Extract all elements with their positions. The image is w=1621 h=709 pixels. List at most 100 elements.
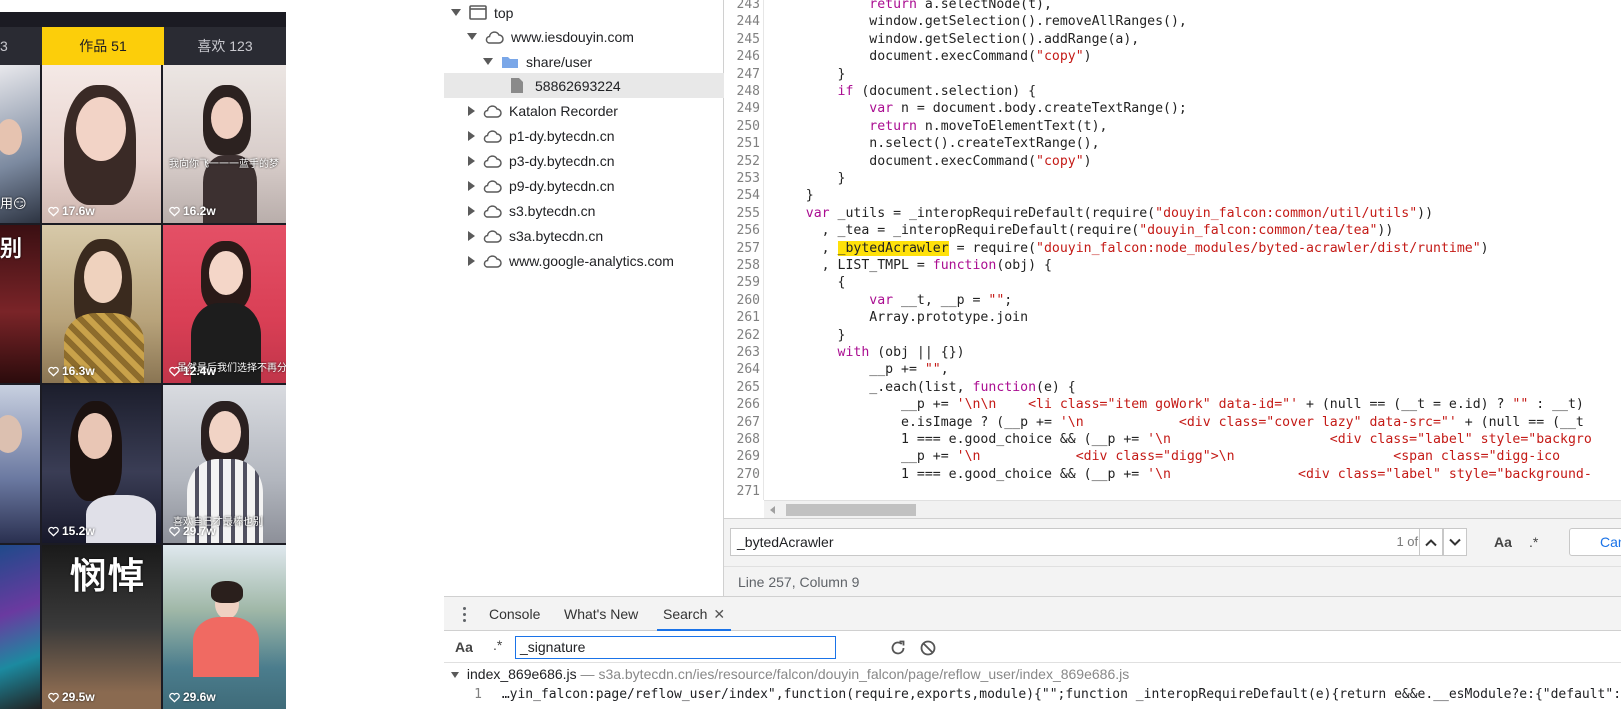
code-line[interactable]: 245 window.getSelection().addRange(a), bbox=[724, 31, 1621, 49]
code-line[interactable]: 268 1 === e.good_choice && (__p += '\n <… bbox=[724, 431, 1621, 449]
code-line[interactable]: 256 , _tea = _interopRequireDefault(requ… bbox=[724, 222, 1621, 240]
chevron-right-icon[interactable] bbox=[468, 255, 475, 266]
code-line[interactable]: 254 } bbox=[724, 187, 1621, 205]
code-line[interactable]: 247 } bbox=[724, 66, 1621, 84]
video-thumb[interactable]: 别 bbox=[0, 225, 40, 383]
line-source: n.select().createTextRange(), bbox=[774, 136, 1100, 152]
chevron-down-icon[interactable] bbox=[451, 9, 461, 16]
code-line[interactable]: 266 __p += '\n\n <li class="item goWork"… bbox=[724, 396, 1621, 414]
tree-item-share-user[interactable]: share/user bbox=[444, 49, 724, 74]
code-line[interactable]: 269 __p += '\n <div class="digg">\n <spa… bbox=[724, 448, 1621, 466]
tree-item-iesdouyin[interactable]: www.iesdouyin.com bbox=[444, 24, 724, 49]
tab-whats-new[interactable]: What's New bbox=[564, 597, 638, 631]
result-snippet: …yin_falcon:page/reflow_user/index",func… bbox=[501, 687, 1621, 702]
tree-item-p1[interactable]: p1-dy.bytecdn.cn bbox=[444, 123, 724, 148]
search-input[interactable]: _signature bbox=[515, 636, 836, 659]
tab-works[interactable]: 作品 51 bbox=[42, 27, 164, 65]
video-thumb[interactable]: 15.2w bbox=[42, 385, 161, 543]
code-line[interactable]: 246 document.execCommand("copy") bbox=[724, 48, 1621, 66]
tree-item-s3[interactable]: s3.bytecdn.cn bbox=[444, 198, 724, 223]
tree-item-top[interactable]: top bbox=[444, 0, 724, 25]
search-result-match[interactable]: 1 …yin_falcon:page/reflow_user/index",fu… bbox=[444, 685, 1621, 705]
tab-search[interactable]: Search ✕ bbox=[657, 597, 732, 631]
tab-likes[interactable]: 喜欢 123 bbox=[164, 27, 286, 65]
code-line[interactable]: 253 } bbox=[724, 170, 1621, 188]
line-number: 264 bbox=[736, 362, 760, 378]
scroll-left-icon[interactable] bbox=[770, 506, 775, 514]
chevron-down-icon[interactable] bbox=[467, 33, 477, 40]
line-source: } bbox=[774, 66, 846, 82]
code-line[interactable]: 259 { bbox=[724, 274, 1621, 292]
code-line[interactable]: 248 if (document.selection) { bbox=[724, 83, 1621, 101]
code-line[interactable]: 257 , _bytedAcrawler = require("douyin_f… bbox=[724, 240, 1621, 258]
regex-button[interactable]: .* bbox=[493, 637, 502, 653]
video-thumb[interactable]: 我向你飞一一一蓝手的梦 16.2w bbox=[163, 65, 286, 223]
search-result-file[interactable]: index_869e686.js — s3a.bytecdn.cn/ies/re… bbox=[444, 663, 1621, 685]
clear-icon[interactable] bbox=[920, 640, 936, 661]
like-count: 15.2w bbox=[48, 524, 95, 538]
chevron-down-icon[interactable] bbox=[483, 58, 493, 65]
chevron-right-icon[interactable] bbox=[468, 180, 475, 191]
code-line[interactable]: 271 bbox=[724, 483, 1621, 501]
more-tools-icon[interactable] bbox=[463, 607, 467, 625]
match-case-button[interactable]: Aa bbox=[1494, 534, 1512, 550]
code-line[interactable]: 249 var n = document.body.createTextRang… bbox=[724, 100, 1621, 118]
tree-item-label: p9-dy.bytecdn.cn bbox=[509, 177, 615, 194]
video-thumb[interactable]: 悯悼 29.5w bbox=[42, 545, 161, 709]
chevron-right-icon[interactable] bbox=[468, 130, 475, 141]
source-editor[interactable]: 243 return a.selectNode(t), 244 window.ge… bbox=[724, 0, 1621, 518]
video-thumb[interactable]: 虽然最后我们选择不再分开 12.4w bbox=[163, 225, 286, 383]
tree-item-document[interactable]: 58862693224 bbox=[444, 73, 724, 98]
code-line[interactable]: 261 Array.prototype.join bbox=[724, 309, 1621, 327]
code-line[interactable]: 251 n.select().createTextRange(), bbox=[724, 135, 1621, 153]
refresh-icon[interactable] bbox=[890, 640, 906, 661]
tree-item-google-analytics[interactable]: www.google-analytics.com bbox=[444, 248, 724, 273]
close-icon[interactable]: ✕ bbox=[713, 606, 725, 622]
line-source: __p += "", bbox=[774, 362, 949, 378]
video-thumb[interactable]: 16.3w bbox=[42, 225, 161, 383]
tree-item-katalon[interactable]: Katalon Recorder bbox=[444, 98, 724, 123]
tab-partial[interactable]: 3 bbox=[0, 27, 42, 65]
video-thumb[interactable]: 29.6w bbox=[163, 545, 286, 709]
code-line[interactable]: 255 var _utils = _interopRequireDefault(… bbox=[724, 205, 1621, 223]
code-line[interactable]: 258 , LIST_TMPL = function(obj) { bbox=[724, 257, 1621, 275]
tree-item-p3[interactable]: p3-dy.bytecdn.cn bbox=[444, 148, 724, 173]
line-number: 265 bbox=[736, 379, 760, 395]
code-line[interactable]: 243 return a.selectNode(t), bbox=[724, 0, 1621, 14]
chevron-right-icon[interactable] bbox=[468, 205, 475, 216]
code-line[interactable]: 265 _.each(list, function(e) { bbox=[724, 379, 1621, 397]
code-line[interactable]: 263 with (obj || {}) bbox=[724, 344, 1621, 362]
cancel-button[interactable]: Cancel bbox=[1569, 528, 1621, 556]
line-source: with (obj || {}) bbox=[837, 345, 965, 360]
video-thumb[interactable] bbox=[0, 385, 40, 543]
find-next-button[interactable] bbox=[1443, 528, 1467, 556]
video-thumb[interactable]: 用😏 bbox=[0, 65, 40, 223]
code-line[interactable]: 270 1 === e.good_choice && (__p += '\n <… bbox=[724, 466, 1621, 484]
code-line[interactable]: 262 } bbox=[724, 327, 1621, 345]
code-line[interactable]: 250 return n.moveToElementText(t), bbox=[724, 118, 1621, 136]
line-number: 245 bbox=[736, 31, 760, 47]
code-line[interactable]: 252 document.execCommand("copy") bbox=[724, 153, 1621, 171]
scrollbar-thumb[interactable] bbox=[786, 504, 916, 516]
tree-item-s3a[interactable]: s3a.bytecdn.cn bbox=[444, 223, 724, 248]
tree-item-p9[interactable]: p9-dy.bytecdn.cn bbox=[444, 173, 724, 198]
video-thumb[interactable]: 喜欢自己才最棒也别 29.7w bbox=[163, 385, 286, 543]
line-source: } bbox=[774, 188, 814, 204]
code-line[interactable]: 267 e.isImage ? (__p += '\n <div class="… bbox=[724, 414, 1621, 432]
code-line[interactable]: 264 __p += "", bbox=[724, 361, 1621, 379]
find-previous-button[interactable] bbox=[1419, 528, 1443, 556]
video-thumb[interactable]: 17.6w bbox=[42, 65, 161, 223]
chevron-down-icon[interactable] bbox=[451, 672, 459, 679]
code-line[interactable]: 244 window.getSelection().removeAllRange… bbox=[724, 13, 1621, 31]
video-thumb[interactable] bbox=[0, 545, 40, 709]
find-bar: _bytedAcrawler 1 of 2 Aa .* Cancel bbox=[724, 518, 1621, 566]
match-case-button[interactable]: Aa bbox=[455, 639, 473, 655]
chevron-right-icon[interactable] bbox=[468, 105, 475, 116]
chevron-right-icon[interactable] bbox=[468, 155, 475, 166]
chevron-right-icon[interactable] bbox=[468, 230, 475, 241]
horizontal-scrollbar[interactable] bbox=[764, 500, 1621, 518]
regex-button[interactable]: .* bbox=[1529, 534, 1538, 550]
tab-console[interactable]: Console bbox=[489, 597, 540, 631]
code-line[interactable]: 260 var __t, __p = ""; bbox=[724, 292, 1621, 310]
find-input[interactable]: _bytedAcrawler 1 of 2 bbox=[730, 528, 1440, 556]
